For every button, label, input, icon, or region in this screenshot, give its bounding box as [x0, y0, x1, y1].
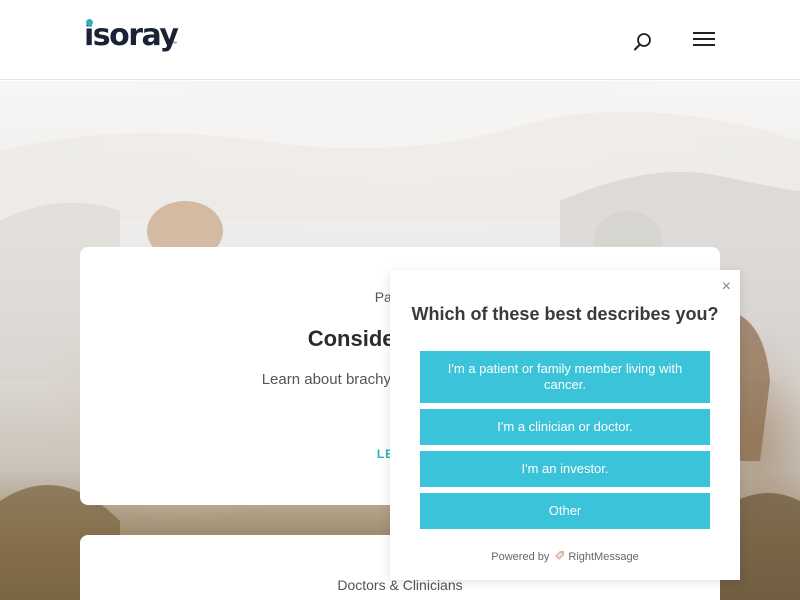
- powered-by: Powered by RightMessage: [390, 550, 740, 564]
- option-clinician-button[interactable]: I'm a clinician or doctor.: [420, 409, 710, 445]
- option-other-button[interactable]: Other: [420, 493, 710, 529]
- powered-by-brand[interactable]: RightMessage: [568, 551, 638, 563]
- logo-trademark: ™: [172, 41, 177, 47]
- hamburger-menu-icon[interactable]: [693, 31, 715, 49]
- powered-by-label: Powered by: [491, 551, 550, 563]
- search-icon[interactable]: [633, 32, 653, 52]
- logo-text[interactable]: isoray: [84, 18, 179, 54]
- option-investor-button[interactable]: I'm an investor.: [420, 451, 710, 487]
- rightmessage-logo-icon: [555, 551, 565, 560]
- logo-dot-icon: [86, 19, 93, 26]
- option-patient-button[interactable]: I'm a patient or family member living wi…: [420, 351, 710, 403]
- close-icon[interactable]: ×: [722, 279, 731, 295]
- popup-title: Which of these best describes you?: [411, 304, 719, 324]
- audience-survey-popup: × Which of these best describes you? I'm…: [390, 270, 740, 580]
- site-header: isoray ™: [0, 0, 800, 80]
